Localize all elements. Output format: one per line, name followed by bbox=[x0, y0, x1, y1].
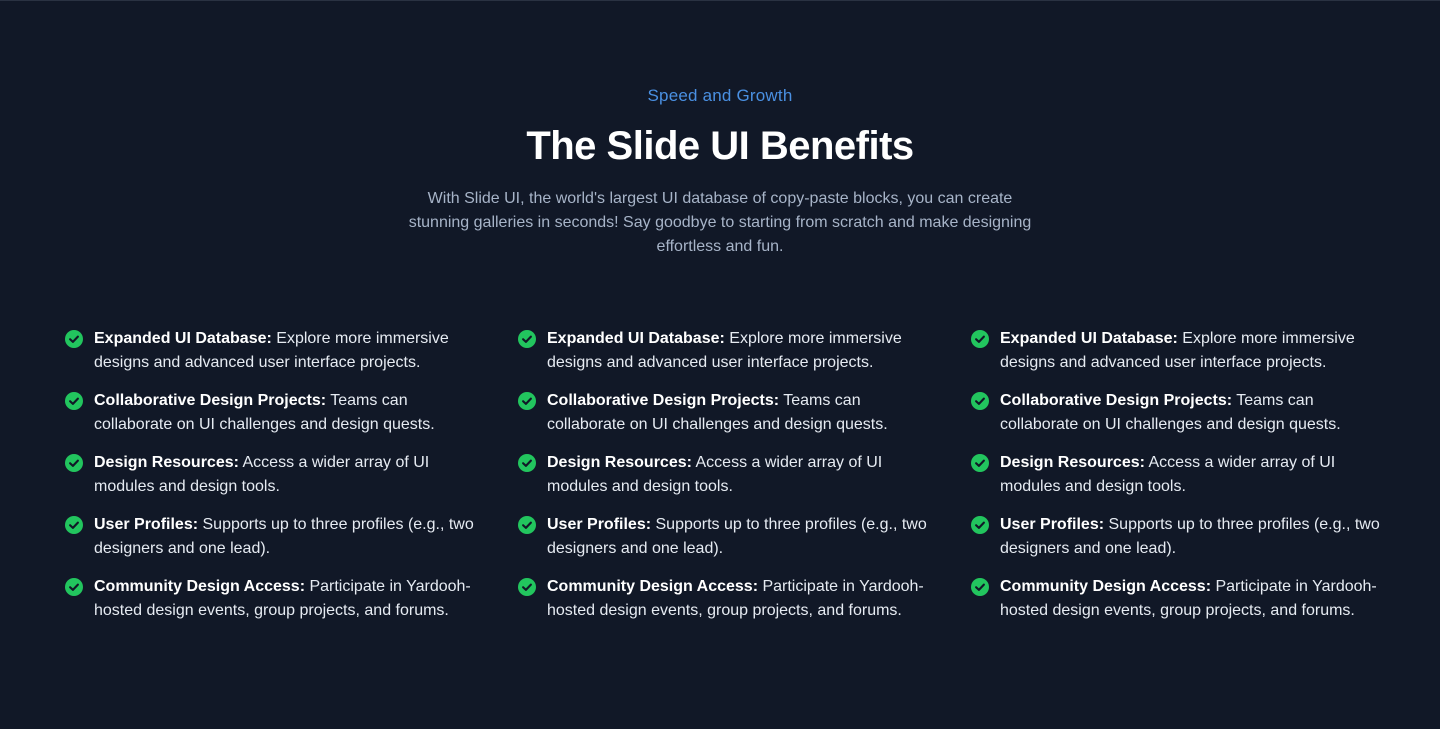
feature-item: Expanded UI Database: Explore more immer… bbox=[971, 327, 1424, 375]
benefits-grid: Expanded UI Database: Explore more immer… bbox=[65, 327, 1424, 637]
feature-title: Design Resources: bbox=[94, 454, 239, 471]
section-header: Speed and Growth The Slide UI Benefits W… bbox=[0, 1, 1440, 259]
section-eyebrow: Speed and Growth bbox=[647, 86, 793, 105]
benefits-section: Speed and Growth The Slide UI Benefits W… bbox=[0, 0, 1440, 729]
feature-item: Community Design Access: Participate in … bbox=[65, 575, 518, 623]
feature-description: Collaborative Design Projects: Teams can… bbox=[1000, 389, 1382, 437]
feature-item: Design Resources: Access a wider array o… bbox=[65, 451, 518, 499]
check-circle-icon bbox=[518, 392, 536, 410]
feature-title: Community Design Access: bbox=[1000, 578, 1212, 595]
feature-item: Design Resources: Access a wider array o… bbox=[971, 451, 1424, 499]
feature-item: Expanded UI Database: Explore more immer… bbox=[518, 327, 971, 375]
feature-description: Design Resources: Access a wider array o… bbox=[94, 451, 476, 499]
check-circle-icon bbox=[971, 516, 989, 534]
feature-description: Community Design Access: Participate in … bbox=[1000, 575, 1382, 623]
section-description: With Slide UI, the world's largest UI da… bbox=[408, 190, 1032, 255]
feature-item: Community Design Access: Participate in … bbox=[971, 575, 1424, 623]
check-circle-icon bbox=[971, 578, 989, 596]
feature-title: Expanded UI Database: bbox=[94, 330, 272, 347]
check-circle-icon bbox=[518, 516, 536, 534]
benefits-column-1: Expanded UI Database: Explore more immer… bbox=[65, 327, 518, 637]
feature-title: Expanded UI Database: bbox=[547, 330, 725, 347]
feature-item: User Profiles: Supports up to three prof… bbox=[518, 513, 971, 561]
check-circle-icon bbox=[971, 392, 989, 410]
feature-description: Collaborative Design Projects: Teams can… bbox=[94, 389, 476, 437]
feature-title: Collaborative Design Projects: bbox=[1000, 392, 1233, 409]
check-circle-icon bbox=[65, 392, 83, 410]
check-circle-icon bbox=[518, 578, 536, 596]
feature-item: Expanded UI Database: Explore more immer… bbox=[65, 327, 518, 375]
check-circle-icon bbox=[65, 330, 83, 348]
feature-description: Community Design Access: Participate in … bbox=[94, 575, 476, 623]
check-circle-icon bbox=[971, 330, 989, 348]
feature-description: Design Resources: Access a wider array o… bbox=[1000, 451, 1382, 499]
feature-item: Collaborative Design Projects: Teams can… bbox=[518, 389, 971, 437]
check-circle-icon bbox=[65, 454, 83, 472]
feature-description: User Profiles: Supports up to three prof… bbox=[1000, 513, 1382, 561]
feature-title: User Profiles: bbox=[94, 516, 199, 533]
benefits-column-2: Expanded UI Database: Explore more immer… bbox=[518, 327, 971, 637]
check-circle-icon bbox=[65, 578, 83, 596]
feature-title: Expanded UI Database: bbox=[1000, 330, 1178, 347]
feature-description: Collaborative Design Projects: Teams can… bbox=[547, 389, 929, 437]
feature-title: Community Design Access: bbox=[547, 578, 759, 595]
check-circle-icon bbox=[65, 516, 83, 534]
feature-description: Expanded UI Database: Explore more immer… bbox=[547, 327, 929, 375]
feature-title: User Profiles: bbox=[547, 516, 652, 533]
check-circle-icon bbox=[518, 454, 536, 472]
feature-item: Community Design Access: Participate in … bbox=[518, 575, 971, 623]
section-title: The Slide UI Benefits bbox=[526, 124, 914, 168]
feature-description: Community Design Access: Participate in … bbox=[547, 575, 929, 623]
feature-description: User Profiles: Supports up to three prof… bbox=[547, 513, 929, 561]
feature-item: User Profiles: Supports up to three prof… bbox=[65, 513, 518, 561]
feature-description: User Profiles: Supports up to three prof… bbox=[94, 513, 476, 561]
benefits-column-3: Expanded UI Database: Explore more immer… bbox=[971, 327, 1424, 637]
feature-title: Collaborative Design Projects: bbox=[94, 392, 327, 409]
feature-description: Expanded UI Database: Explore more immer… bbox=[94, 327, 476, 375]
feature-title: Community Design Access: bbox=[94, 578, 306, 595]
feature-description: Design Resources: Access a wider array o… bbox=[547, 451, 929, 499]
feature-item: Collaborative Design Projects: Teams can… bbox=[971, 389, 1424, 437]
feature-item: Collaborative Design Projects: Teams can… bbox=[65, 389, 518, 437]
feature-description: Expanded UI Database: Explore more immer… bbox=[1000, 327, 1382, 375]
feature-title: Collaborative Design Projects: bbox=[547, 392, 780, 409]
feature-item: User Profiles: Supports up to three prof… bbox=[971, 513, 1424, 561]
feature-item: Design Resources: Access a wider array o… bbox=[518, 451, 971, 499]
feature-title: Design Resources: bbox=[547, 454, 692, 471]
check-circle-icon bbox=[518, 330, 536, 348]
feature-title: User Profiles: bbox=[1000, 516, 1105, 533]
feature-title: Design Resources: bbox=[1000, 454, 1145, 471]
check-circle-icon bbox=[971, 454, 989, 472]
